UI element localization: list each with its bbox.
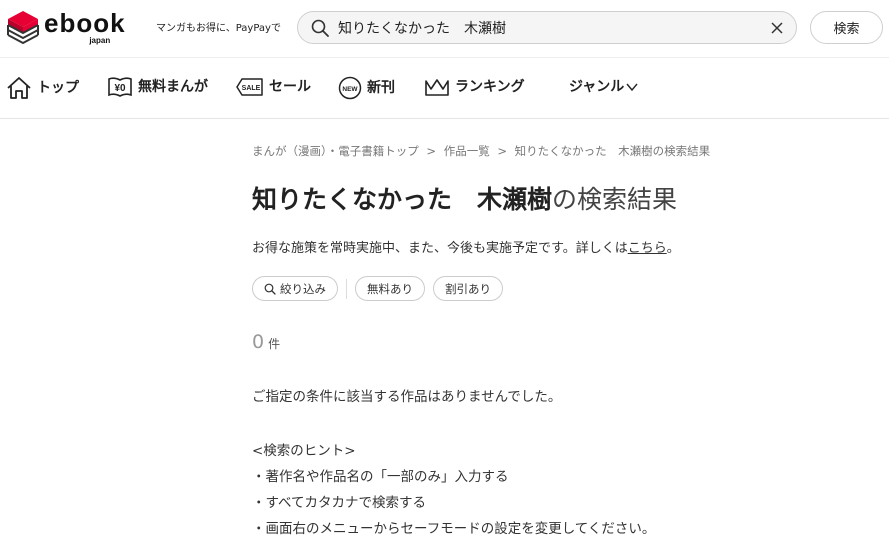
nav-label: セール	[269, 79, 311, 95]
crown-icon	[425, 79, 449, 96]
chip-label: 割引あり	[445, 281, 491, 296]
svg-text:NEW: NEW	[342, 86, 358, 93]
search-hints: <検索のヒント> ・著作名や作品名の「一部のみ」入力する ・すべてカタカナで検索…	[252, 438, 655, 542]
search-box[interactable]	[297, 11, 797, 44]
discount-filter-chip[interactable]: 割引あり	[433, 276, 503, 301]
narrow-filter-button[interactable]: 絞り込み	[252, 276, 338, 301]
main-nav: トップ ¥0 無料まんが SALE セール NEW 新刊 ランキング ジャンル	[0, 57, 889, 119]
sale-tag-icon: SALE	[236, 78, 263, 96]
hint-item: ・著作名や作品名の「一部のみ」入力する	[252, 469, 509, 485]
logo-word: ebook	[44, 8, 126, 38]
search-input[interactable]	[338, 19, 770, 36]
book-stack-logo-icon	[7, 11, 39, 45]
nav-label: トップ	[37, 80, 79, 96]
nav-item-genre[interactable]: ジャンル	[569, 76, 638, 98]
hint-item: ・画面右のメニューからセーフモードの設定を変更してください。	[252, 521, 656, 537]
title-suffix: の検索結果	[552, 185, 678, 214]
breadcrumb-item-top[interactable]: まんが（漫画）・電子書籍トップ	[252, 144, 419, 158]
nav-item-new[interactable]: NEW 新刊	[338, 76, 395, 100]
new-badge-icon: NEW	[338, 76, 362, 100]
nav-label: 新刊	[367, 80, 395, 96]
campaign-notice: お得な施策を常時実施中、また、今後も実施予定です。詳しくはこちら。	[252, 237, 680, 256]
notice-text: お得な施策を常時実施中、また、今後も実施予定です。詳しくは	[252, 241, 628, 256]
chip-divider	[346, 278, 347, 299]
filter-chips: 絞り込み 無料あり 割引あり	[252, 276, 503, 301]
no-result-message: ご指定の条件に該当する作品はありませんでした。	[252, 389, 562, 405]
nav-item-ranking[interactable]: ランキング	[424, 76, 525, 98]
breadcrumb-separator: >	[497, 144, 507, 158]
svg-text:SALE: SALE	[242, 85, 261, 92]
nav-label: 無料まんが	[138, 79, 208, 95]
free-yen-book-icon: ¥0	[108, 77, 132, 97]
notice-link[interactable]: こちら	[628, 241, 667, 256]
result-count-unit: 件	[268, 337, 281, 351]
result-count: 0件	[252, 331, 280, 353]
breadcrumb-separator: >	[426, 144, 437, 158]
logo-sub: japan	[89, 36, 111, 45]
search-icon	[264, 283, 276, 295]
search-query-title: 知りたくなかった 木瀬樹	[252, 185, 553, 214]
home-icon	[7, 77, 31, 99]
result-count-number: 0	[252, 331, 265, 353]
free-filter-chip[interactable]: 無料あり	[355, 276, 425, 301]
chip-label: 絞り込み	[280, 281, 326, 296]
breadcrumb-item-current: 知りたくなかった 木瀬樹の検索結果	[514, 144, 711, 158]
hints-title: <検索のヒント>	[252, 443, 356, 459]
nav-item-top[interactable]: トップ	[6, 76, 79, 100]
search-icon	[311, 19, 329, 37]
search-button[interactable]: 検索	[810, 11, 883, 44]
clear-icon[interactable]	[770, 21, 784, 35]
breadcrumb-item-list[interactable]: 作品一覧	[444, 144, 490, 158]
tagline: マンガもお得に、PayPayで	[156, 23, 281, 34]
nav-label: ランキング	[455, 79, 525, 95]
hint-item: ・すべてカタカナで検索する	[252, 495, 427, 511]
chevron-down-icon	[626, 83, 638, 92]
chip-label: 無料あり	[367, 281, 413, 296]
nav-label: ジャンル	[569, 79, 625, 95]
page-title: 知りたくなかった 木瀬樹の検索結果	[252, 180, 677, 216]
nav-item-sale[interactable]: SALE セール	[236, 76, 311, 98]
ebook-japan-logo[interactable]: ebook japan	[6, 9, 126, 47]
notice-end: 。	[666, 241, 680, 256]
svg-text:¥0: ¥0	[114, 83, 126, 94]
breadcrumb: まんが（漫画）・電子書籍トップ > 作品一覧 > 知りたくなかった 木瀬樹の検索…	[252, 143, 714, 159]
header: ebook japan マンガもお得に、PayPayで 検索	[0, 0, 889, 56]
nav-item-free-manga[interactable]: ¥0 無料まんが	[107, 76, 208, 98]
logo-text: ebook japan	[44, 8, 126, 45]
